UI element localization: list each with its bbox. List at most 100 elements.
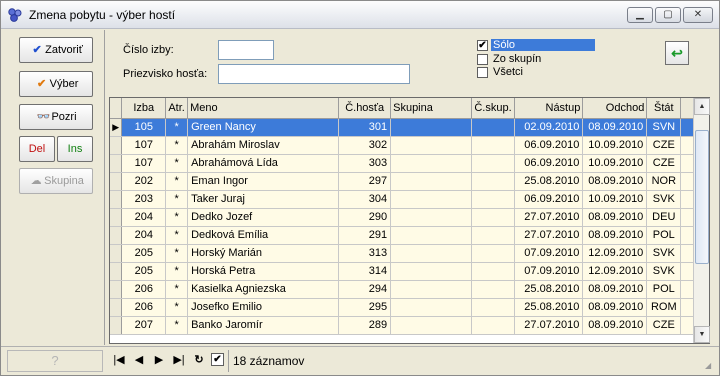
cell-cislo-hosta[interactable]: 303 [338, 154, 392, 173]
cell-stat[interactable]: CZE [646, 136, 682, 155]
cell-nastup[interactable]: 06.09.2010 [514, 136, 584, 155]
cell-izba[interactable]: 204 [121, 208, 167, 227]
cell-cislo-hosta[interactable]: 302 [338, 136, 392, 155]
table-row[interactable]: 207 * Banko Jaromír 289 27.07.2010 08.09.2010… [110, 316, 709, 335]
table-row[interactable]: 205 * Horská Petra 314 07.09.2010 12.09.2010 S… [110, 262, 709, 281]
scroll-down-arrow-icon[interactable]: ▼ [694, 326, 710, 343]
cell-skupina[interactable] [390, 154, 472, 173]
row-indicator[interactable] [110, 244, 123, 263]
cell-atr[interactable]: * [165, 226, 189, 245]
table-row[interactable]: 204 * Dedko Jozef 290 27.07.2010 08.09.2010 DE… [110, 208, 709, 227]
help-icon[interactable]: ? [7, 350, 103, 372]
cell-skupina[interactable] [390, 280, 472, 299]
cell-stat[interactable]: DEU [646, 208, 682, 227]
resize-grip-icon[interactable]: ◢ [705, 361, 717, 373]
filter-solo[interactable]: ✔ Sólo [477, 39, 597, 53]
column-header-cislo-skupiny[interactable]: Č.skup. [471, 98, 516, 119]
guests-grid[interactable]: Izba Atr. Meno Č.hosťa Skupina Č.skup. N… [109, 97, 710, 344]
cell-cislo-hosta[interactable]: 290 [338, 208, 392, 227]
zatvorit-button[interactable]: ✔ Zatvoriť [19, 37, 93, 63]
cell-atr[interactable]: * [165, 190, 189, 209]
skupina-button[interactable]: ☁ Skupina [19, 168, 93, 194]
cell-nastup[interactable]: 27.07.2010 [514, 226, 584, 245]
cell-cislo-hosta[interactable]: 294 [338, 280, 392, 299]
cell-meno[interactable]: Dedková Emília [187, 226, 340, 245]
cell-nastup[interactable]: 27.07.2010 [514, 316, 584, 335]
cell-stat[interactable]: SVN [646, 118, 682, 137]
cell-cislo-skupiny[interactable] [471, 280, 516, 299]
cell-meno[interactable]: Abrahámová Lída [187, 154, 340, 173]
cell-meno[interactable]: Horský Marián [187, 244, 340, 263]
column-header-cislo-hosta[interactable]: Č.hosťa [338, 98, 392, 119]
cell-meno[interactable]: Horská Petra [187, 262, 340, 281]
cell-odchod[interactable]: 08.09.2010 [582, 208, 648, 227]
cell-izba[interactable]: 205 [121, 244, 167, 263]
cell-cislo-skupiny[interactable] [471, 190, 516, 209]
cell-stat[interactable]: SVK [646, 244, 682, 263]
cell-nastup[interactable]: 27.07.2010 [514, 208, 584, 227]
reload-icon[interactable]: ↻ [191, 353, 207, 366]
table-row[interactable]: 203 * Taker Juraj 304 06.09.2010 10.09.2010 SV… [110, 190, 709, 209]
solo-checkbox[interactable]: ✔ [477, 40, 488, 51]
cell-cislo-hosta[interactable]: 295 [338, 298, 392, 317]
pozri-button[interactable]: 👓Pozri [19, 104, 93, 130]
cell-cislo-hosta[interactable]: 304 [338, 190, 392, 209]
cell-stat[interactable]: CZE [646, 154, 682, 173]
cell-skupina[interactable] [390, 262, 472, 281]
row-indicator[interactable] [110, 208, 123, 227]
cell-nastup[interactable]: 06.09.2010 [514, 190, 584, 209]
cell-stat[interactable]: ROM [646, 298, 682, 317]
table-row[interactable]: 107 * Abrahám Miroslav 302 06.09.2010 10.09.2… [110, 136, 709, 155]
row-indicator[interactable] [110, 172, 123, 191]
cell-cislo-skupiny[interactable] [471, 262, 516, 281]
cell-odchod[interactable]: 08.09.2010 [582, 172, 648, 191]
cell-odchod[interactable]: 10.09.2010 [582, 190, 648, 209]
cell-skupina[interactable] [390, 316, 472, 335]
cell-cislo-skupiny[interactable] [471, 208, 516, 227]
cell-meno[interactable]: Dedko Jozef [187, 208, 340, 227]
cell-nastup[interactable]: 25.08.2010 [514, 280, 584, 299]
cell-nastup[interactable]: 07.09.2010 [514, 262, 584, 281]
row-indicator[interactable] [110, 316, 123, 335]
row-indicator[interactable] [110, 262, 123, 281]
column-header-nastup[interactable]: Nástup [514, 98, 584, 119]
scroll-thumb[interactable] [695, 130, 709, 264]
cell-meno[interactable]: Green Nancy [187, 118, 340, 137]
cell-izba[interactable]: 204 [121, 226, 167, 245]
cell-cislo-hosta[interactable]: 313 [338, 244, 392, 263]
cell-nastup[interactable]: 06.09.2010 [514, 154, 584, 173]
cell-skupina[interactable] [390, 172, 472, 191]
cell-cislo-skupiny[interactable] [471, 244, 516, 263]
cell-izba[interactable]: 105 [121, 118, 167, 137]
cell-odchod[interactable]: 08.09.2010 [582, 118, 648, 137]
cell-cislo-skupiny[interactable] [471, 316, 516, 335]
cell-skupina[interactable] [390, 244, 472, 263]
row-indicator[interactable] [110, 154, 123, 173]
cell-odchod[interactable]: 08.09.2010 [582, 316, 648, 335]
last-record-icon[interactable]: ▶| [171, 353, 187, 366]
column-header-atr[interactable]: Atr. [165, 98, 189, 119]
cell-skupina[interactable] [390, 190, 472, 209]
column-header-odchod[interactable]: Odchod [582, 98, 648, 119]
table-row[interactable]: 204 * Dedková Emília 291 27.07.2010 08.09.201… [110, 226, 709, 245]
cell-izba[interactable]: 203 [121, 190, 167, 209]
cell-stat[interactable]: NOR [646, 172, 682, 191]
cell-stat[interactable]: POL [646, 226, 682, 245]
refresh-button[interactable]: ↩ [665, 41, 689, 65]
cell-atr[interactable]: * [165, 208, 189, 227]
table-row[interactable]: 202 * Eman Ingor 297 25.08.2010 08.09.2010 NOR [110, 172, 709, 191]
cell-skupina[interactable] [390, 136, 472, 155]
cell-izba[interactable]: 107 [121, 136, 167, 155]
row-indicator[interactable] [110, 136, 123, 155]
cell-cislo-hosta[interactable]: 314 [338, 262, 392, 281]
cell-stat[interactable]: SVK [646, 262, 682, 281]
row-indicator[interactable] [110, 190, 123, 209]
cell-izba[interactable]: 107 [121, 154, 167, 173]
vyber-button[interactable]: ✔ Výber [19, 71, 93, 97]
cell-odchod[interactable]: 10.09.2010 [582, 136, 648, 155]
cell-skupina[interactable] [390, 208, 472, 227]
cell-skupina[interactable] [390, 298, 472, 317]
column-header-izba[interactable]: Izba [121, 98, 167, 119]
column-header-stat[interactable]: Štát [646, 98, 682, 119]
table-row[interactable]: ▶ 105 * Green Nancy 301 02.09.2010 08.09.2010 S… [110, 118, 709, 137]
